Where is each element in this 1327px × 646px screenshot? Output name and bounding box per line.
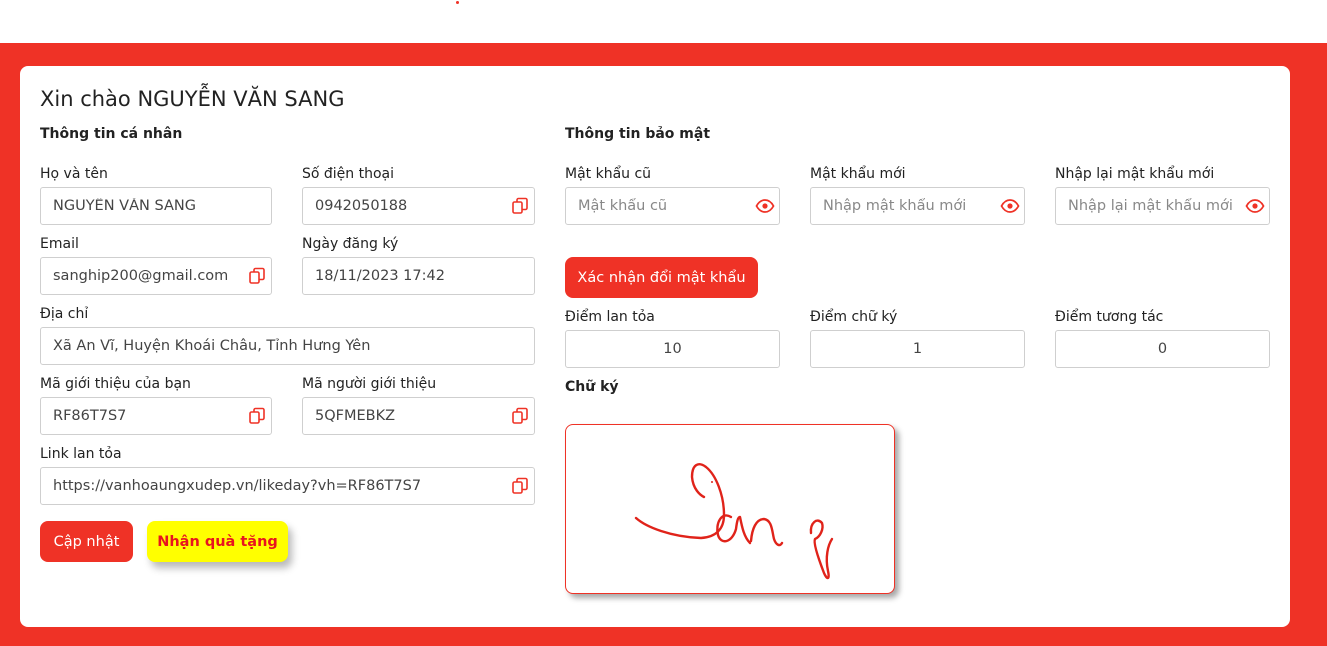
confirm-password-input[interactable]: Nhập lại mật khẩu mới (1055, 187, 1270, 225)
email-field[interactable]: sanghip200@gmail.com (40, 257, 272, 295)
copy-icon[interactable] (511, 407, 529, 425)
interaction-points-label: Điểm tương tác (1055, 309, 1164, 325)
confirm-password-placeholder: Nhập lại mật khẩu mới (1068, 198, 1233, 214)
full-name-label: Họ và tên (40, 166, 108, 182)
security-section-title: Thông tin bảo mật (565, 126, 711, 142)
register-date-label: Ngày đăng ký (302, 236, 399, 252)
spread-points-label: Điểm lan tỏa (565, 309, 655, 325)
spread-points-value: 10 (663, 341, 682, 357)
eye-icon[interactable] (1000, 198, 1020, 214)
email-value: sanghip200@gmail.com (53, 268, 229, 284)
share-link-value: https://vanhoaungxudep.vn/likeday?vh=RF8… (53, 478, 422, 494)
gift-button[interactable]: Nhận quà tặng (147, 521, 288, 562)
address-field[interactable]: Xã An Vĩ, Huyện Khoái Châu, Tỉnh Hưng Yê… (40, 327, 535, 365)
phone-field[interactable]: 0942050188 (302, 187, 535, 225)
my-referral-label: Mã giới thiệu của bạn (40, 376, 191, 392)
interaction-points-field: 0 (1055, 330, 1270, 368)
personal-section-title: Thông tin cá nhân (40, 126, 183, 142)
copy-icon[interactable] (248, 407, 266, 425)
old-password-label: Mật khẩu cũ (565, 166, 652, 182)
signature-section-title: Chữ ký (565, 379, 619, 395)
share-link-field[interactable]: https://vanhoaungxudep.vn/likeday?vh=RF8… (40, 467, 535, 505)
handwritten-signature (634, 463, 834, 580)
signature-points-field: 1 (810, 330, 1025, 368)
full-name-field[interactable]: NGUYỄN VĂN SANG (40, 187, 272, 225)
register-date-field[interactable]: 18/11/2023 17:42 (302, 257, 535, 295)
referrer-value: 5QFMEBKZ (315, 408, 396, 424)
signature-canvas[interactable] (565, 424, 895, 594)
my-referral-field[interactable]: RF86T7S7 (40, 397, 272, 435)
signature-points-label: Điểm chữ ký (810, 309, 898, 325)
new-password-label: Mật khẩu mới (810, 166, 906, 182)
phone-value: 0942050188 (315, 198, 408, 214)
full-name-value: NGUYỄN VĂN SANG (53, 198, 196, 214)
phone-label: Số điện thoại (302, 166, 395, 182)
update-button[interactable]: Cập nhật (40, 521, 133, 562)
my-referral-value: RF86T7S7 (53, 408, 127, 424)
eye-icon[interactable] (755, 198, 775, 214)
eye-icon[interactable] (1245, 198, 1265, 214)
copy-icon[interactable] (511, 197, 529, 215)
share-link-label: Link lan tỏa (40, 446, 122, 462)
greeting-title: Xin chào NGUYỄN VĂN SANG (40, 87, 345, 111)
address-value: Xã An Vĩ, Huyện Khoái Châu, Tỉnh Hưng Yê… (53, 338, 371, 354)
new-password-input[interactable]: Nhập mật khẩu mới (810, 187, 1025, 225)
old-password-input[interactable]: Mật khẩu cũ (565, 187, 780, 225)
old-password-placeholder: Mật khẩu cũ (578, 198, 668, 214)
copy-icon[interactable] (248, 267, 266, 285)
spread-points-field: 10 (565, 330, 780, 368)
new-password-placeholder: Nhập mật khẩu mới (823, 198, 967, 214)
address-label: Địa chỉ (40, 306, 89, 322)
top-dot (456, 1, 459, 4)
signature-points-value: 1 (912, 341, 923, 357)
register-date-value: 18/11/2023 17:42 (315, 268, 445, 284)
interaction-points-value: 0 (1157, 341, 1168, 357)
referrer-field[interactable]: 5QFMEBKZ (302, 397, 535, 435)
change-password-button[interactable]: Xác nhận đổi mật khẩu (565, 257, 758, 298)
confirm-password-label: Nhập lại mật khẩu mới (1055, 166, 1215, 182)
referrer-label: Mã người giới thiệu (302, 376, 437, 392)
copy-icon[interactable] (511, 477, 529, 495)
email-label: Email (40, 236, 79, 252)
profile-card: Xin chào NGUYỄN VĂN SANG Thông tin cá nh… (20, 66, 1290, 627)
